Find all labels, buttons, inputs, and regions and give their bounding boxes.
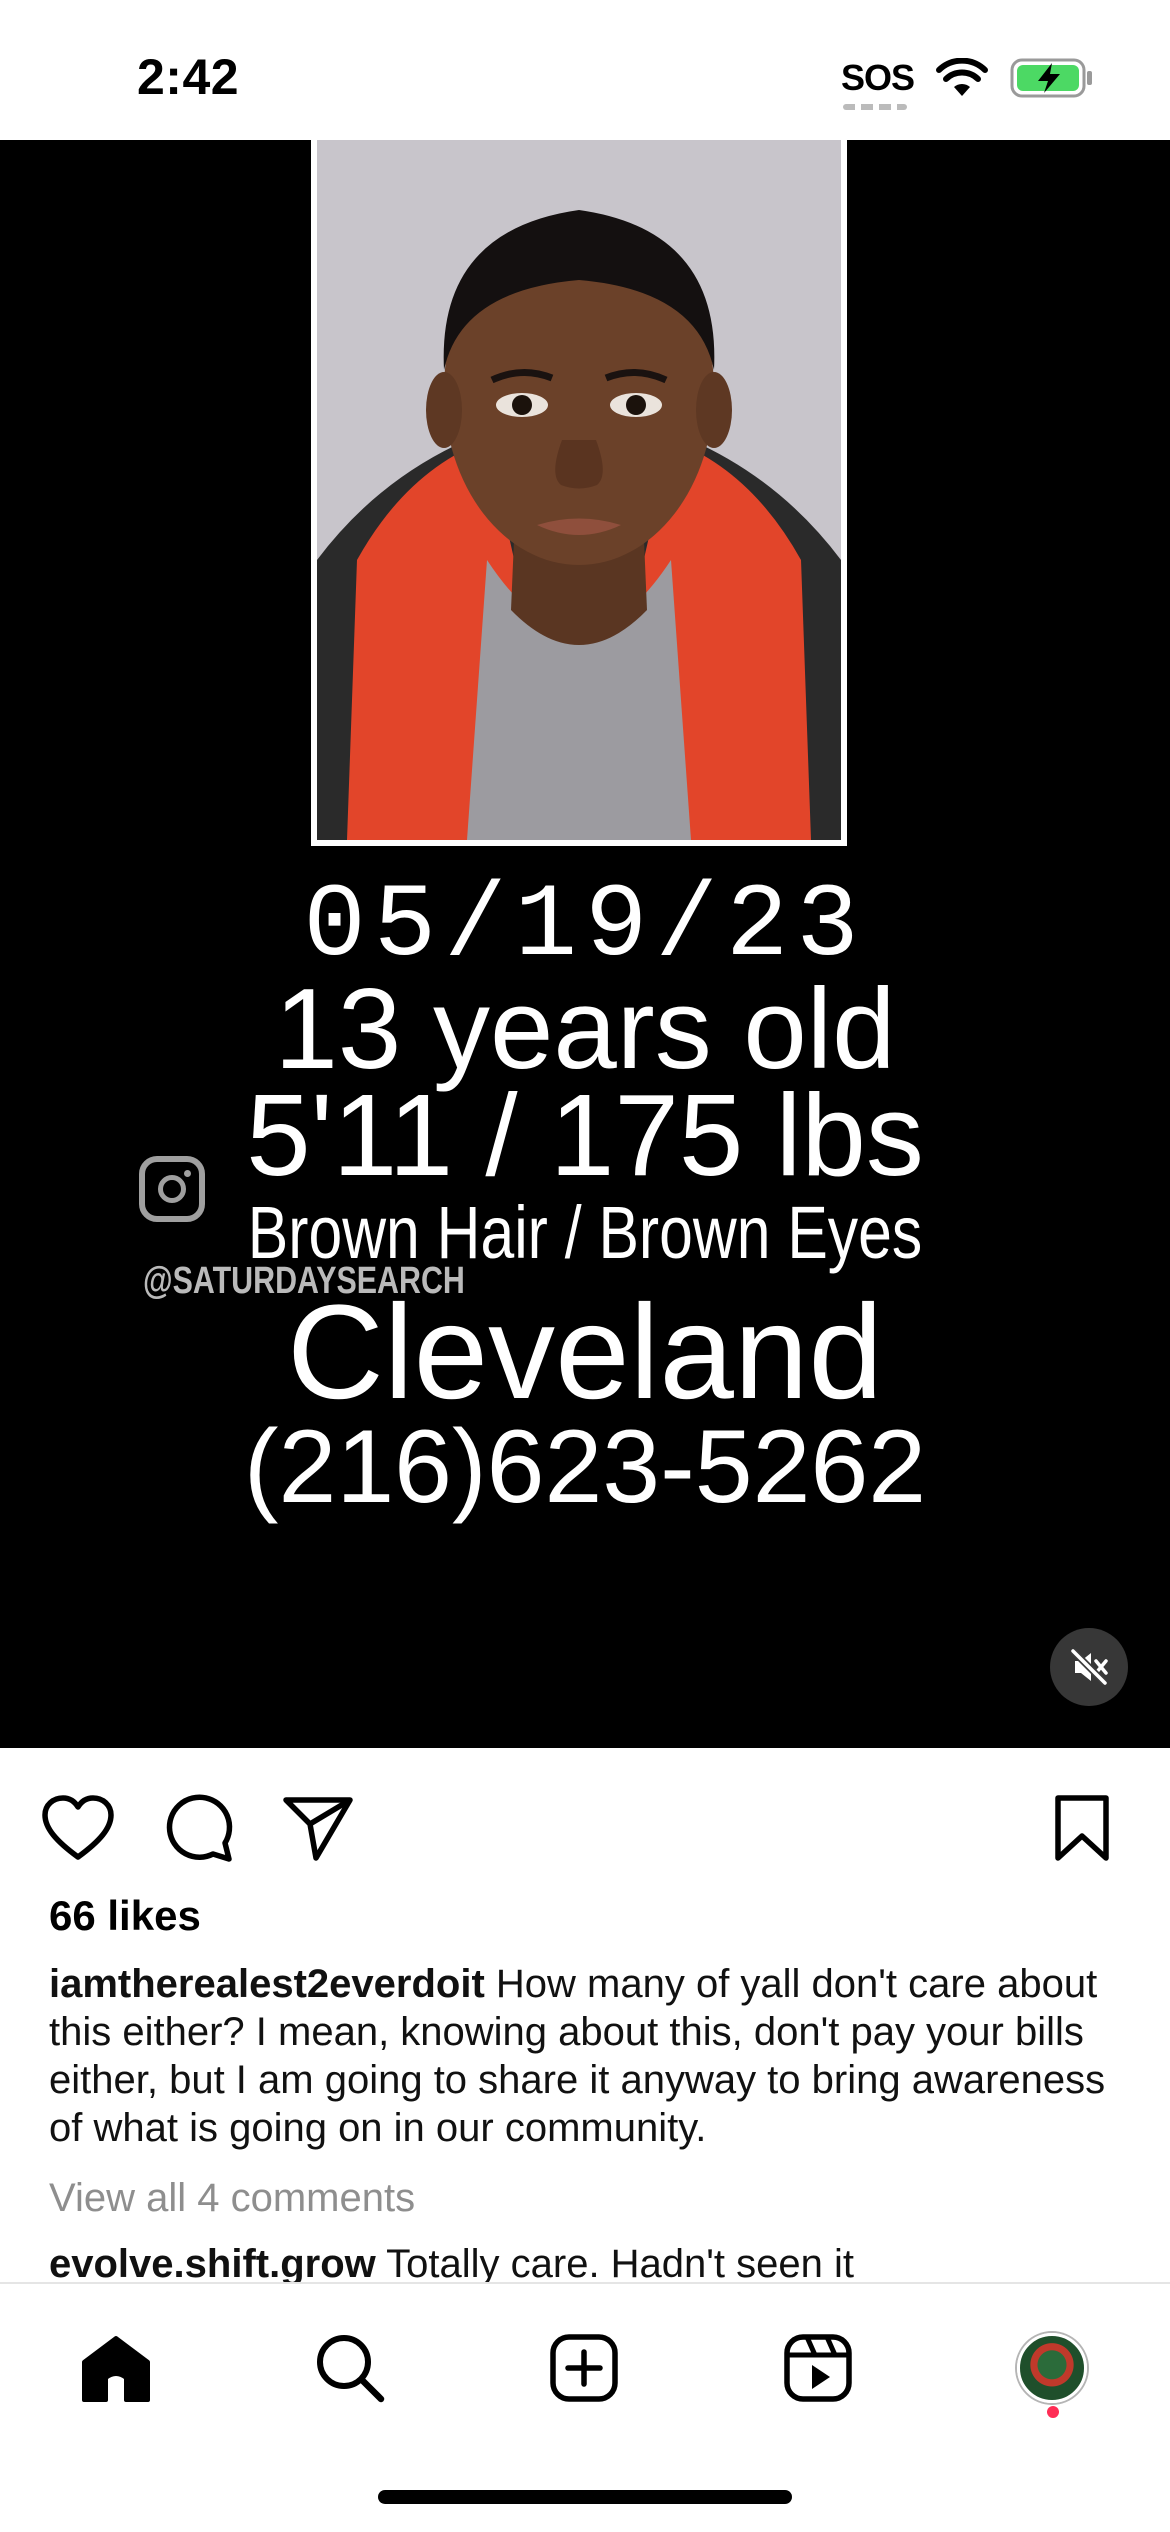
home-icon: [82, 2336, 150, 2402]
post-actions: [0, 1748, 1170, 1888]
mute-icon: [1070, 1648, 1108, 1686]
caption-username[interactable]: iamtherealest2everdoit: [49, 1962, 485, 2006]
search-icon: [317, 2335, 385, 2403]
status-bar: 2:42 SOS: [0, 0, 1170, 140]
tab-create[interactable]: [544, 2328, 624, 2408]
portrait-illustration: [317, 140, 841, 840]
tab-home[interactable]: [76, 2328, 156, 2408]
missing-person-photo: [311, 140, 847, 846]
tab-profile[interactable]: [1012, 2328, 1092, 2408]
post-media[interactable]: 05/19/23 13 years old 5'11 / 175 lbs Bro…: [0, 140, 1170, 1748]
home-indicator: [378, 2490, 792, 2504]
tab-search[interactable]: [310, 2328, 390, 2408]
sos-indicator: SOS: [840, 57, 915, 110]
share-icon: [283, 1797, 353, 1861]
sos-label: SOS: [840, 57, 915, 98]
signal-dots: [842, 104, 907, 110]
save-button[interactable]: [1044, 1790, 1120, 1866]
create-post-icon: [550, 2334, 618, 2402]
comment-username[interactable]: evolve.shift.grow: [49, 2242, 376, 2286]
share-button[interactable]: [280, 1790, 356, 1866]
profile-avatar: [1017, 2333, 1087, 2403]
like-count[interactable]: 66 likes: [49, 1892, 201, 1940]
overlay-phone: (216)623-5262: [243, 1409, 927, 1525]
tab-reels[interactable]: [778, 2328, 858, 2408]
watermark: @SATURDAYSEARCH: [143, 1260, 465, 1302]
comment-text: Totally care. Hadn't seen it: [386, 2242, 855, 2286]
heart-icon: [42, 1795, 114, 1860]
battery-charging-icon: [1010, 58, 1092, 98]
mute-button[interactable]: [1050, 1628, 1128, 1706]
reels-icon: [784, 2334, 852, 2402]
instagram-logo-icon: [139, 1156, 205, 1222]
comment-button[interactable]: [160, 1790, 236, 1866]
status-time: 2:42: [137, 49, 240, 105]
post-caption: iamtherealest2everdoit How many of yall …: [49, 1960, 1129, 2152]
comment-preview: evolve.shift.grow Totally care. Hadn't s…: [49, 2240, 1129, 2288]
bookmark-icon: [1055, 1795, 1109, 1861]
comment-icon: [166, 1794, 233, 1862]
notification-dot: [1047, 2406, 1059, 2418]
status-icons: SOS: [840, 50, 1094, 110]
wifi-icon: [936, 58, 988, 96]
view-all-comments-link[interactable]: View all 4 comments: [49, 2176, 415, 2221]
like-button[interactable]: [40, 1790, 116, 1866]
